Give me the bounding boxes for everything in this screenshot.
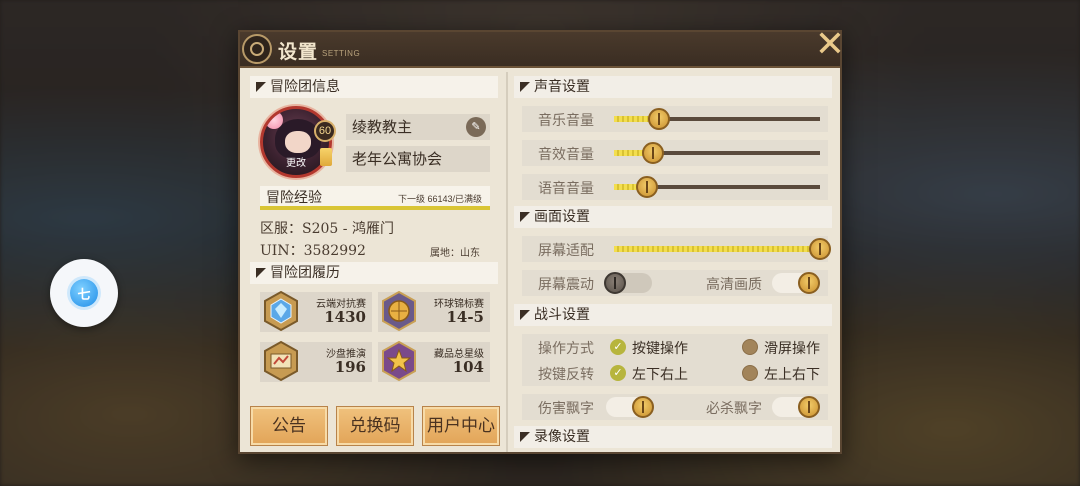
screen-shake-toggle[interactable] [604,272,652,294]
history-item[interactable]: 环球锦标赛 14-5 [378,290,490,332]
screen-fit-knob[interactable] [809,238,831,260]
notice-button[interactable]: 公告 [250,406,328,446]
avatar-face [285,131,311,153]
history-section-title: 冒险团履历 [250,262,498,284]
damage-text-label: 伤害飘字 [538,401,594,417]
music-volume-row: 音乐音量 [522,106,828,132]
music-volume-knob[interactable] [648,108,671,130]
exp-progress-fill [260,206,490,210]
toggle-knob [632,396,654,418]
history-item-value: 1430 [324,308,366,326]
history-item[interactable]: 云端对抗赛 1430 [260,290,372,332]
user-center-button[interactable]: 用户中心 [422,406,500,446]
music-volume-label: 音乐音量 [538,113,594,129]
globe-trophy-icon [380,290,418,332]
display-section-title: 画面设置 [514,206,832,228]
invert-option-2[interactable]: 左上右下 [764,364,820,384]
avatar[interactable]: 更改 [260,106,332,178]
invert-row: 按键反转 ✓ 左下右上 左上右下 [522,360,828,386]
invert-option-1[interactable]: 左下右上 [632,364,688,384]
settings-dialog: 设置 SETTING ✕ 冒险团信息 更改 60 绫教教主 ✎ 老年公寓协会 冒… [238,27,845,454]
history-item-value: 104 [452,358,484,376]
crit-text-label: 必杀飘字 [706,401,762,417]
sfx-volume-knob[interactable] [642,142,665,164]
screen-fit-fill [614,246,820,252]
assistant-icon: 七 [70,279,98,307]
battle-section-title: 战斗设置 [514,304,832,326]
player-name: 绫教教主 [352,118,413,136]
diamond-rank-icon [262,290,300,332]
voice-volume-label: 语音音量 [538,181,594,197]
screen-options-row: 屏幕震动 高清画质 [522,270,828,296]
history-grid: 云端对抗赛 1430 环球锦标赛 14-5 沙盘推演 196 藏品总星级 104 [260,290,492,414]
server-region: 区服：S205 - 鸿雁门 [260,221,394,237]
history-item-value: 196 [334,358,366,376]
flower-icon [265,111,283,129]
control-mode-row: 操作方式 ✓ 按键操作 滑屏操作 [522,334,828,360]
dialog-title: 设置 [278,41,319,63]
crit-text-toggle[interactable] [772,396,820,418]
location: 属地：山东 [430,248,480,259]
exp-row: 冒险经验 下一级 66143/已满级 [260,186,490,208]
close-icon[interactable]: ✕ [813,27,847,64]
floating-text-row: 伤害飘字 必杀飘字 [522,394,828,420]
gear-emblem-icon [242,34,272,64]
check-icon[interactable]: ✓ [610,339,626,355]
hd-quality-toggle[interactable] [772,272,820,294]
profile-section-title: 冒险团信息 [250,76,498,98]
card-icon[interactable] [320,148,332,166]
profile-panel: 冒险团信息 更改 60 绫教教主 ✎ 老年公寓协会 冒险经验 下一级 66143… [250,76,502,448]
record-section-title: 录像设置 [514,426,832,448]
sfx-volume-slider[interactable] [614,142,820,164]
sfx-volume-label: 音效音量 [538,147,594,163]
hd-quality-label: 高清画质 [706,277,762,293]
collection-star-icon [380,340,418,382]
sound-section-title: 声音设置 [514,76,832,98]
screen-shake-label: 屏幕震动 [538,277,594,293]
exp-label: 冒险经验 [266,190,322,206]
dialog-titlebar: 设置 SETTING [240,32,840,68]
guild-name: 老年公寓协会 [352,150,443,168]
voice-volume-row: 语音音量 [522,174,828,200]
control-mode-option-swipe[interactable]: 滑屏操作 [764,338,820,358]
dialog-subtitle: SETTING [322,49,361,58]
control-mode-option-buttons[interactable]: 按键操作 [632,338,688,358]
sfx-volume-row: 音效音量 [522,140,828,166]
floating-assistant-button[interactable]: 七 [50,259,118,327]
toggle-knob [604,272,626,294]
screen-fit-label: 屏幕适配 [538,243,594,259]
edit-name-icon[interactable]: ✎ [466,117,486,137]
screen-fit-row: 屏幕适配 [522,236,831,262]
exp-progress-bar [260,206,490,210]
guild-name-field: 老年公寓协会 [346,146,490,172]
level-badge: 60 [314,120,336,142]
column-divider [506,72,508,452]
uin: UIN：3582992 [260,243,366,259]
control-mode-label: 操作方式 [538,341,594,357]
damage-text-toggle[interactable] [606,396,654,418]
radio-icon[interactable] [742,339,758,355]
music-volume-slider[interactable] [614,108,820,130]
toggle-knob [798,396,820,418]
history-item[interactable]: 藏品总星级 104 [378,340,490,382]
voice-volume-slider[interactable] [614,176,820,198]
screen-fit-slider[interactable] [614,238,831,260]
radio-icon[interactable] [742,365,758,381]
check-icon[interactable]: ✓ [610,365,626,381]
history-item[interactable]: 沙盘推演 196 [260,340,372,382]
toggle-knob [798,272,820,294]
history-item-value: 14-5 [446,308,484,326]
voice-volume-knob[interactable] [635,176,658,198]
player-name-field: 绫教教主 ✎ [346,114,490,140]
redeem-code-button[interactable]: 兑换码 [336,406,414,446]
settings-panel: 声音设置 音乐音量 音效音量 语音音量 画面设置 屏幕适配 屏幕震动 高清画质 … [514,76,834,448]
sandbox-icon [262,340,300,382]
invert-label: 按键反转 [538,367,594,383]
exp-next: 下一级 66143/已满级 [397,194,482,204]
